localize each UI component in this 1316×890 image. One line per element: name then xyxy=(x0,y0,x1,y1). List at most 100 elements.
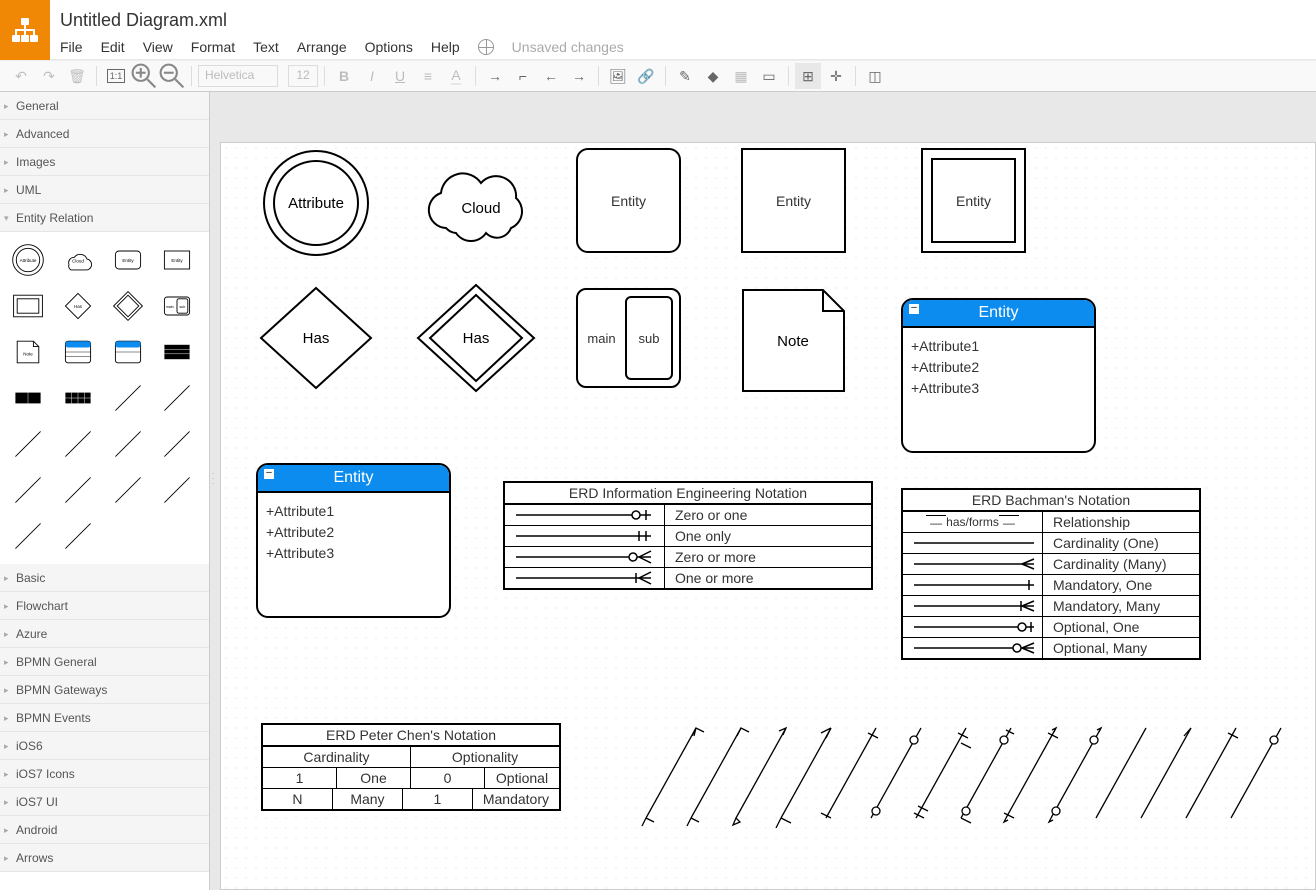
category-basic[interactable]: Basic xyxy=(0,564,209,592)
category-bpmn-gateways[interactable]: BPMN Gateways xyxy=(0,676,209,704)
shape-chen-notation[interactable]: ERD Peter Chen's Notation CardinalityOpt… xyxy=(261,723,561,811)
guides-button[interactable]: ✛ xyxy=(823,63,849,89)
zoom-in-button[interactable] xyxy=(131,63,157,89)
zoom-out-button[interactable] xyxy=(159,63,185,89)
palette-line-9[interactable] xyxy=(108,470,148,510)
italic-button[interactable]: I xyxy=(359,63,385,89)
document-title[interactable]: Untitled Diagram.xml xyxy=(60,4,1316,31)
shape-entity-double[interactable]: Entity xyxy=(921,148,1026,253)
menu-edit[interactable]: Edit xyxy=(101,39,125,55)
palette-line-1[interactable] xyxy=(108,378,148,418)
shape-has-diamond[interactable]: Has xyxy=(256,283,376,396)
category-entity-relation[interactable]: Entity Relation xyxy=(0,204,209,232)
category-azure[interactable]: Azure xyxy=(0,620,209,648)
palette-line-11[interactable] xyxy=(8,516,48,556)
link-button[interactable]: 🔗 xyxy=(633,63,659,89)
shape-mainsub[interactable]: main sub xyxy=(576,288,681,388)
shape-button[interactable]: ▭ xyxy=(756,63,782,89)
category-advanced[interactable]: Advanced xyxy=(0,120,209,148)
redo-button[interactable]: ↷ xyxy=(36,63,62,89)
category-bpmn-general[interactable]: BPMN General xyxy=(0,648,209,676)
drawing-surface[interactable]: Attribute Cloud Entity Entity Entity Has… xyxy=(220,142,1316,890)
waypoint-button[interactable]: ⌐ xyxy=(510,63,536,89)
menu-help[interactable]: Help xyxy=(431,39,460,55)
palette-chen-table[interactable] xyxy=(58,378,98,418)
svg-text:Attribute: Attribute xyxy=(20,258,37,263)
undo-button[interactable]: ↶ xyxy=(8,63,34,89)
shape-palette: Attribute Cloud Entity Entity Has mainsu… xyxy=(0,232,209,564)
palette-line-10[interactable] xyxy=(157,470,197,510)
line-end-button[interactable]: → xyxy=(566,63,592,89)
zoom-reset-button[interactable]: 1:1 xyxy=(103,63,129,89)
palette-has-double-diamond[interactable] xyxy=(108,286,148,326)
category-bpmn-events[interactable]: BPMN Events xyxy=(0,704,209,732)
sidebar-resize-handle[interactable]: ··· xyxy=(210,471,216,511)
palette-line-3[interactable] xyxy=(8,424,48,464)
menu-arrange[interactable]: Arrange xyxy=(297,39,347,55)
category-ios7-ui[interactable]: iOS7 UI xyxy=(0,788,209,816)
palette-mainsub[interactable]: mainsub xyxy=(157,286,197,326)
palette-entity-rounded[interactable]: Entity xyxy=(108,240,148,280)
menu-format[interactable]: Format xyxy=(191,39,235,55)
palette-note[interactable]: Note xyxy=(8,332,48,372)
palette-cloud[interactable]: Cloud xyxy=(58,240,98,280)
shape-attribute[interactable]: Attribute xyxy=(261,148,371,261)
font-size-input[interactable]: 12 xyxy=(288,65,318,87)
palette-bach-table[interactable] xyxy=(8,378,48,418)
shape-bachman-notation[interactable]: ERD Bachman's Notation —has/forms—Relati… xyxy=(901,488,1201,660)
shape-entity-table-1[interactable]: Entity +Attribute1+Attribute2+Attribute3 xyxy=(901,298,1096,453)
shadow-button[interactable]: ▦ xyxy=(728,63,754,89)
palette-entity-table-2[interactable] xyxy=(108,332,148,372)
grid-button[interactable]: ⊞ xyxy=(795,63,821,89)
category-android[interactable]: Android xyxy=(0,816,209,844)
delete-button[interactable]: 🗑 xyxy=(64,63,90,89)
menu-options[interactable]: Options xyxy=(365,39,413,55)
shape-note[interactable]: Note xyxy=(741,288,846,396)
palette-line-12[interactable] xyxy=(58,516,98,556)
shape-cloud[interactable]: Cloud xyxy=(416,158,546,261)
palette-entity-double[interactable] xyxy=(8,286,48,326)
menu-text[interactable]: Text xyxy=(253,39,279,55)
palette-entity-square[interactable]: Entity xyxy=(157,240,197,280)
connector-lines-group[interactable] xyxy=(636,718,1296,831)
palette-attribute[interactable]: Attribute xyxy=(8,240,48,280)
category-ios7-icons[interactable]: iOS7 Icons xyxy=(0,760,209,788)
image-button[interactable]: 🖼 xyxy=(605,63,631,89)
underline-button[interactable]: U xyxy=(387,63,413,89)
palette-line-5[interactable] xyxy=(108,424,148,464)
category-ios6[interactable]: iOS6 xyxy=(0,732,209,760)
palette-line-4[interactable] xyxy=(58,424,98,464)
category-arrows[interactable]: Arrows xyxy=(0,844,209,872)
shape-entity-square[interactable]: Entity xyxy=(741,148,846,253)
outline-button[interactable]: ◫ xyxy=(862,63,888,89)
palette-entity-table-1[interactable] xyxy=(58,332,98,372)
shape-has-double-diamond[interactable]: Has xyxy=(416,283,536,396)
shape-entity-table-2[interactable]: Entity +Attribute1+Attribute2+Attribute3 xyxy=(256,463,451,618)
bold-button[interactable]: B xyxy=(331,63,357,89)
menu-file[interactable]: File xyxy=(60,39,83,55)
category-general[interactable]: General xyxy=(0,92,209,120)
shape-entity-rounded[interactable]: Entity xyxy=(576,148,681,253)
palette-ie-table[interactable] xyxy=(157,332,197,372)
language-icon[interactable] xyxy=(478,39,494,55)
canvas-area[interactable]: ··· Attribute Cloud Entity Entity Entity… xyxy=(210,92,1316,890)
line-color-button[interactable]: ✎ xyxy=(672,63,698,89)
palette-line-7[interactable] xyxy=(8,470,48,510)
font-family-select[interactable]: Helvetica xyxy=(198,65,278,87)
palette-line-2[interactable] xyxy=(157,378,197,418)
font-color-button[interactable]: A xyxy=(443,63,469,89)
line-start-button[interactable]: ← xyxy=(538,63,564,89)
fill-color-button[interactable]: ◆ xyxy=(700,63,726,89)
shape-ie-notation[interactable]: ERD Information Engineering Notation Zer… xyxy=(503,481,873,590)
app-logo[interactable] xyxy=(0,0,50,60)
menu-view[interactable]: View xyxy=(143,39,173,55)
connection-button[interactable]: → xyxy=(482,63,508,89)
category-images[interactable]: Images xyxy=(0,148,209,176)
palette-line-8[interactable] xyxy=(58,470,98,510)
category-flowchart[interactable]: Flowchart xyxy=(0,592,209,620)
svg-text:Entity: Entity xyxy=(122,258,134,263)
align-button[interactable]: ≡ xyxy=(415,63,441,89)
category-uml[interactable]: UML xyxy=(0,176,209,204)
palette-has-diamond[interactable]: Has xyxy=(58,286,98,326)
palette-line-6[interactable] xyxy=(157,424,197,464)
